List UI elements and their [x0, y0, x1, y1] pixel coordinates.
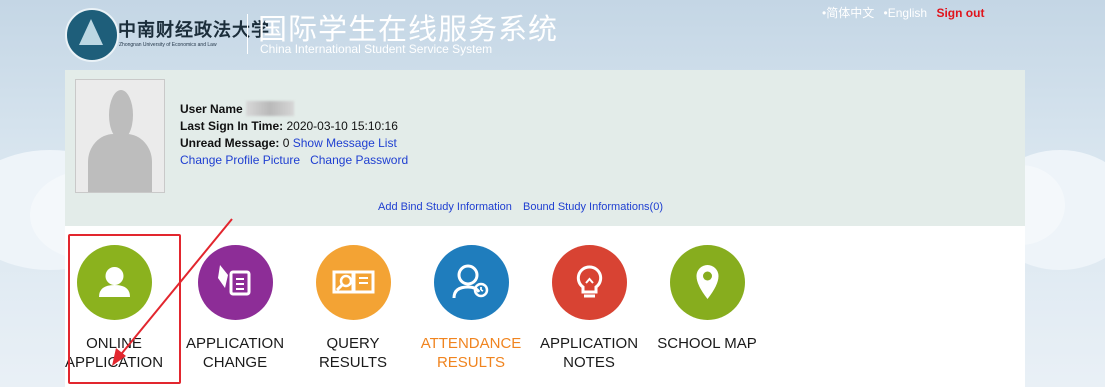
english-link[interactable]: •English: [884, 6, 928, 20]
tile-attendance-results[interactable]: ATTENDANCE RESULTS: [412, 245, 530, 372]
bind-study-links: Add Bind Study Information Bound Study I…: [378, 201, 671, 213]
tile-circle[interactable]: [669, 245, 745, 320]
tile-query-results[interactable]: QUERY RESULTS: [294, 245, 412, 372]
bound-study-link[interactable]: Bound Study Informations(0): [523, 201, 663, 213]
tile-label-line1: ATTENDANCE: [420, 335, 522, 352]
tile-label[interactable]: APPLICATION CHANGE: [176, 334, 294, 372]
service-tiles: ONLINE APPLICATION APPLICATION CHANGE QU…: [65, 245, 1025, 385]
tile-circle[interactable]: [551, 245, 627, 320]
annotation-highlight-box: [68, 234, 181, 384]
tile-label-line2: RESULTS: [318, 354, 388, 371]
tile-label-line1: QUERY: [326, 335, 380, 352]
attendance-person-icon: [452, 264, 488, 299]
avatar-head-shape: [109, 90, 133, 140]
tile-circle[interactable]: [433, 245, 509, 320]
change-profile-picture-link[interactable]: Change Profile Picture: [180, 153, 300, 167]
lightbulb-icon: [576, 265, 602, 298]
system-title-en: China International Student Service Syst…: [260, 42, 493, 56]
profile-links-row: Change Profile Picture Change Password: [180, 152, 408, 169]
tile-school-map[interactable]: SCHOOL MAP: [648, 245, 766, 353]
add-bind-study-link[interactable]: Add Bind Study Information: [378, 201, 512, 213]
last-signin-label: Last Sign In Time:: [180, 119, 284, 133]
search-document-icon: [332, 270, 374, 294]
main-panel: User Name Last Sign In Time: 2020-03-10 …: [65, 70, 1025, 387]
change-password-link[interactable]: Change Password: [310, 153, 408, 167]
unread-label: Unread Message:: [180, 136, 280, 150]
unread-count: 0: [282, 136, 290, 150]
tile-application-change[interactable]: APPLICATION CHANGE: [176, 245, 294, 372]
last-signin-value: 2020-03-10 15:10:16: [286, 119, 398, 133]
tile-label-line2: NOTES: [563, 354, 615, 371]
header-divider: [247, 14, 248, 54]
tile-label[interactable]: APPLICATION NOTES: [530, 334, 648, 372]
sign-out-link[interactable]: Sign out: [936, 6, 984, 20]
avatar: [75, 79, 165, 193]
unread-row: Unread Message: 0 Show Message List: [180, 135, 408, 152]
tile-label-line1: SCHOOL MAP: [657, 335, 757, 352]
tile-label-line1: APPLICATION: [185, 335, 285, 352]
tile-circle[interactable]: [315, 245, 391, 320]
tile-label-line2: CHANGE: [202, 354, 268, 371]
user-name-row: User Name: [180, 101, 408, 118]
user-name-label: User Name: [180, 102, 243, 116]
tile-label[interactable]: SCHOOL MAP: [648, 334, 766, 353]
map-pin-icon: [696, 265, 718, 299]
tile-label[interactable]: QUERY RESULTS: [294, 334, 412, 372]
avatar-body-shape: [88, 134, 152, 192]
tile-label-line1: APPLICATION: [539, 335, 639, 352]
edit-document-icon: [217, 265, 250, 296]
redacted-user-name: [246, 101, 295, 116]
university-emblem-icon: [65, 8, 119, 62]
tile-circle[interactable]: [197, 245, 273, 320]
university-name-en: Zhongnan University of Economics and Law: [119, 42, 217, 48]
show-message-list-link[interactable]: Show Message List: [293, 136, 397, 150]
top-links: •简体中文 •English Sign out: [822, 4, 990, 21]
last-signin-row: Last Sign In Time: 2020-03-10 15:10:16: [180, 118, 408, 135]
tile-label-line2: RESULTS: [436, 354, 506, 371]
tile-application-notes[interactable]: APPLICATION NOTES: [530, 245, 648, 372]
user-info: User Name Last Sign In Time: 2020-03-10 …: [180, 101, 408, 169]
simplified-chinese-link[interactable]: •简体中文: [822, 6, 874, 20]
user-info-section: User Name Last Sign In Time: 2020-03-10 …: [65, 70, 1025, 226]
site-header: 中南财经政法大学 Zhongnan University of Economic…: [62, 0, 1027, 62]
tile-label[interactable]: ATTENDANCE RESULTS: [412, 334, 530, 372]
